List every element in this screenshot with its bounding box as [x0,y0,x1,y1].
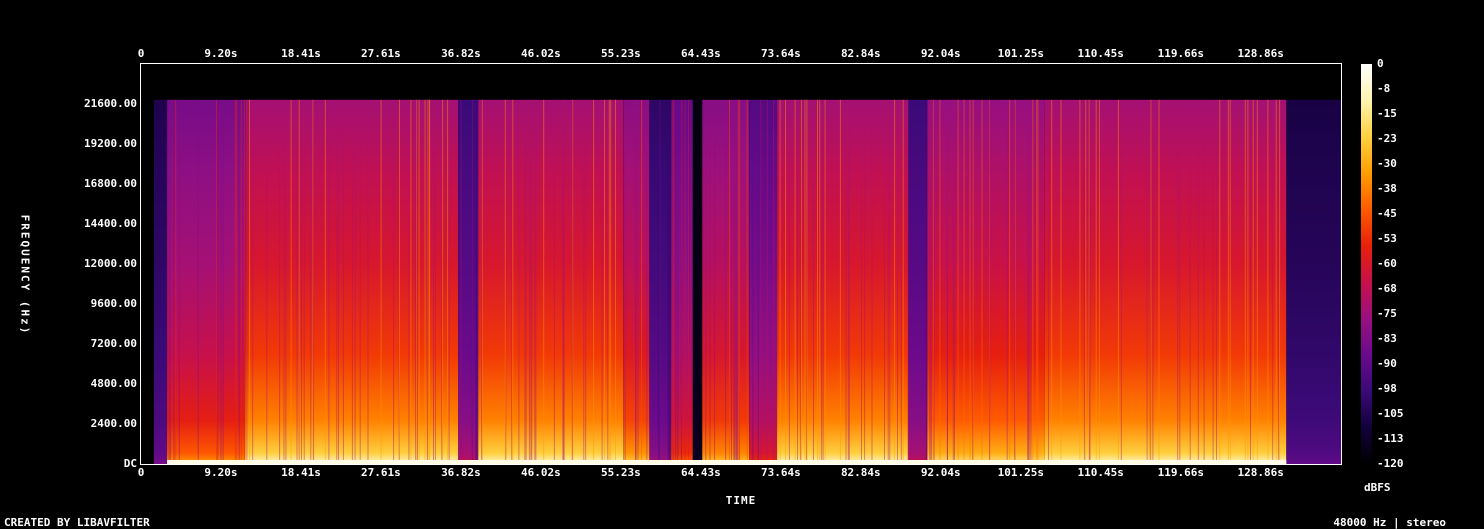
x-tick-bottom-label: 128.86s [1237,466,1284,479]
x-tick-top-label: 9.20s [204,47,238,60]
colorbar-tick-label: -38 [1377,182,1397,195]
spectrogram-segment [692,99,703,464]
low-frequency-band [167,460,1287,464]
x-tick-bottom-label: 101.25s [997,466,1044,479]
x-tick-top-label: 73.64s [761,47,801,60]
x-tick-bottom-label: 119.66s [1157,466,1204,479]
y-tick-label: DC [123,457,137,470]
x-tick-bottom-label: 27.61s [361,466,401,479]
spectrogram-segment [478,99,624,464]
x-tick-bottom-label: 92.04s [920,466,961,479]
x-tick-top-label: 92.04s [920,47,961,60]
colorbar-tick-label: -75 [1377,307,1397,320]
x-tick-bottom-label: 0 [137,466,145,479]
x-tick-bottom-label: 110.45s [1077,466,1124,479]
x-tick-top-label: 27.61s [361,47,401,60]
spectrogram-segment [245,99,459,464]
x-tick-top-label: 46.02s [521,47,561,60]
colorbar-tick-label: 0 [1377,57,1384,70]
x-tick-top-label: 36.82s [441,47,481,60]
x-tick-top-label: 101.25s [997,47,1044,60]
sample-rate-info: 48000 Hz | stereo [1333,516,1446,529]
y-axis-title: FREQUENCY (Hz) [18,214,32,336]
y-tick-label: 4800.00 [90,377,137,390]
colorbar-tick-label: -23 [1377,132,1397,145]
x-tick-bottom-label: 18.41s [281,466,321,479]
spectrogram-segment [1286,99,1341,464]
colorbar-tick-label: -30 [1377,157,1397,170]
x-tick-top-label: 0 [137,47,145,60]
x-tick-top-label: 82.84s [840,47,881,60]
spectrogram-segment [908,99,928,464]
x-tick-top-label: 119.66s [1157,47,1204,60]
x-tick-bottom-label: 36.82s [441,466,481,479]
colorbar-tick-label: -90 [1377,357,1397,370]
y-tick-label: 7200.00 [90,337,137,350]
colorbar-gradient [1361,64,1372,464]
x-tick-bottom-label: 9.20s [204,466,238,479]
colorbar-tick-label: -53 [1377,232,1397,245]
y-tick-label: 2400.00 [90,417,137,430]
spectrogram-segment [749,99,778,464]
x-tick-bottom-label: 46.02s [521,466,561,479]
x-tick-top-label: 128.86s [1237,47,1284,60]
colorbar-tick-label: -98 [1377,382,1397,395]
x-tick-top-label: 55.23s [601,47,641,60]
x-tick-top-label: 64.43s [680,47,721,60]
x-tick-bottom-label: 73.64s [761,466,801,479]
colorbar-fill [1361,64,1372,464]
colorbar-tick-label: -83 [1377,332,1397,345]
colorbar-tick-label: -45 [1377,207,1397,220]
x-tick-top-label: 110.45s [1077,47,1124,60]
y-tick-label: 16800.00 [84,177,137,190]
spectrogram-svg [154,99,1341,464]
colorbar-tick-label: -15 [1377,107,1397,120]
colorbar-tick-label: -8 [1377,82,1391,95]
colorbar-tick-label: -60 [1377,257,1397,270]
x-tick-bottom-label: 82.84s [840,466,881,479]
colorbar-tick-label: -68 [1377,282,1397,295]
x-axis-title: TIME [725,494,757,507]
colorbar-tick-label: -113 [1377,432,1404,445]
y-tick-label: 19200.00 [84,137,137,150]
colorbar-tick-label: -105 [1377,407,1404,420]
colorbar-unit-label: dBFS [1364,481,1391,494]
x-tick-bottom-label: 55.23s [601,466,641,479]
x-tick-top-label: 18.41s [281,47,321,60]
colorbar-tick-label: -120 [1377,457,1404,470]
spectrogram-segment [154,99,167,464]
spectrogram-plot [140,63,1342,465]
y-tick-label: 21600.00 [84,97,137,110]
credit-text: CREATED BY LIBAVFILTER [4,516,150,529]
colorbar [1361,64,1372,464]
x-tick-bottom-label: 64.43s [680,466,721,479]
